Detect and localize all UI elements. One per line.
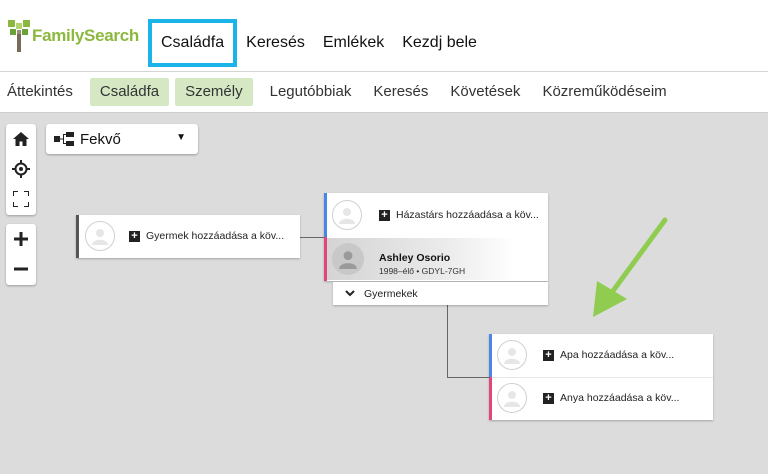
chevron-down-icon [345,290,355,297]
avatar [332,243,364,275]
plus-box-icon: + [543,392,554,404]
layout-select-label: Fekvő [80,130,121,148]
parents-card: + Apa hozzáadása a köv... + Anya hozzáad… [489,334,713,420]
tree-logo-icon [8,20,30,52]
avatar-female-icon [339,251,357,269]
tab-csaladfa[interactable]: Családfa [89,78,170,106]
add-child-label: Gyermek hozzáadása a köv... [146,230,285,242]
couple-card: + Házastárs hozzáadása a köv... Ashley O… [324,193,548,281]
home-icon [13,132,29,146]
female-bar [489,377,492,420]
avatar-placeholder-icon [332,200,362,230]
avatar-placeholder-icon [85,221,115,251]
avatar-placeholder-icon [497,340,527,370]
dropdown-caret-icon: ▼ [176,132,186,143]
tab-legutobbiak[interactable]: Legutóbbiak [265,78,357,106]
nav-item-emlekek[interactable]: Emlékek [314,19,393,67]
tab-kereses[interactable]: Keresés [368,78,433,106]
main-nav: Családfa Keresés Emlékek Kezdj bele [148,19,486,67]
male-bar [489,334,492,377]
zoom-out-button[interactable] [6,254,36,284]
view-controls [6,124,36,215]
children-label: Gyermekek [364,287,418,300]
layout-select[interactable]: Fekvő ▼ [46,124,198,154]
tab-szemely[interactable]: Személy [175,78,253,106]
male-bar [324,193,327,237]
zoom-out-icon [14,267,28,271]
avatar-placeholder-icon [497,383,527,413]
annotation-arrow-icon [593,217,668,317]
nav-item-kereses[interactable]: Keresés [237,19,314,67]
zoom-controls [6,224,36,285]
fullscreen-icon [13,191,29,207]
recenter-icon [12,160,30,178]
child-card: + Gyermek hozzáadása a köv... [76,215,300,258]
sub-nav: Áttekintés Családfa Személy Legutóbbiak … [0,72,768,113]
fullscreen-button[interactable] [6,184,36,214]
recenter-button[interactable] [6,154,36,184]
nav-item-csaladfa[interactable]: Családfa [148,19,238,67]
plus-box-icon: + [543,349,554,361]
add-spouse-slot[interactable]: + Házastárs hozzáadása a köv... [332,200,539,230]
person-meta: 1998–élő • GDYL-7GH [379,266,466,276]
children-toggle[interactable]: Gyermekek [333,282,548,305]
add-child-slot[interactable]: + Gyermek hozzáadása a köv... [85,221,284,251]
tab-kovetesek[interactable]: Követések [445,78,525,106]
nav-item-kezdj-bele[interactable]: Kezdj bele [393,19,486,67]
home-button[interactable] [6,124,36,154]
top-header: FamilySearch Családfa Keresés Emlékek Ke… [0,0,768,72]
tab-attekintes[interactable]: Áttekintés [2,78,78,106]
plus-box-icon: + [379,209,390,221]
add-mother-label: Anya hozzáadása a köv... [560,392,680,404]
add-mother-slot[interactable]: + Anya hozzáadása a köv... [497,383,679,413]
familysearch-logo[interactable]: FamilySearch [8,20,139,52]
connector-line [300,237,325,238]
zoom-in-button[interactable] [6,224,36,254]
add-father-slot[interactable]: + Apa hozzáadása a köv... [497,340,674,370]
connector-line [447,377,489,378]
add-spouse-label: Házastárs hozzáadása a köv... [396,209,539,221]
focus-person-row[interactable]: Ashley Osorio 1998–élő • GDYL-7GH [327,238,548,280]
divider [492,377,713,378]
zoom-in-icon [14,232,28,246]
person-name: Ashley Osorio [379,252,451,264]
logo-text: FamilySearch [32,26,139,45]
tab-kozremukodeseim[interactable]: Közreműködéseim [537,78,671,106]
layout-tree-icon [54,132,74,146]
add-father-label: Apa hozzáadása a köv... [560,349,675,361]
connector-line [447,305,448,377]
plus-box-icon: + [129,230,140,242]
